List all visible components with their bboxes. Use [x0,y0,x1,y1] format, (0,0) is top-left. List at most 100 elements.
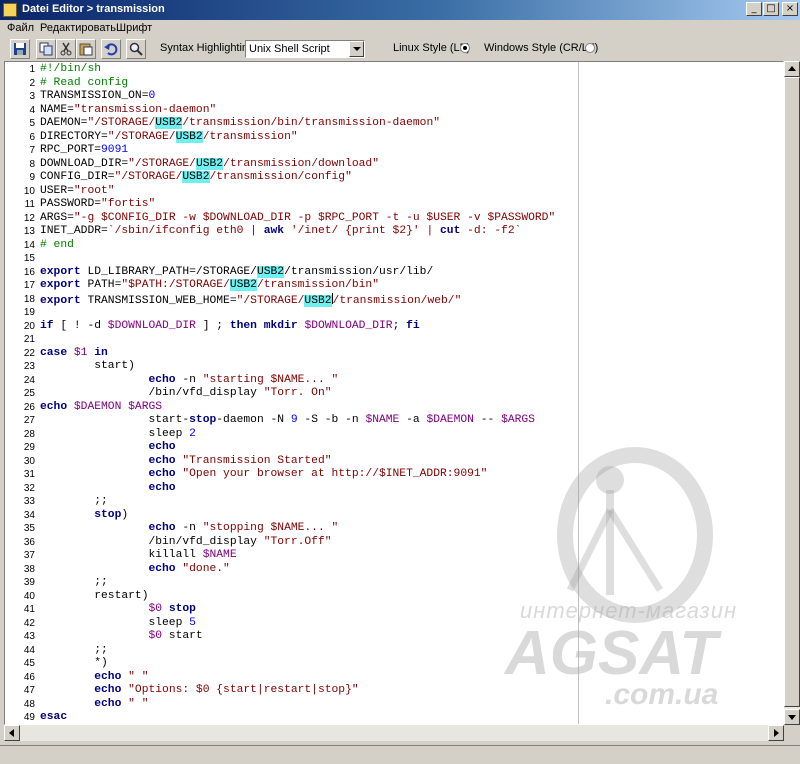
menu-font[interactable]: Шрифт [116,22,152,34]
line-text: #!/bin/sh [40,63,101,77]
line-text: ARGS="-g $CONFIG_DIR -w $DOWNLOAD_DIR -p… [40,212,555,226]
undo-button[interactable] [101,39,121,59]
code-token: -d: -f2` [460,225,522,237]
paste-button[interactable] [76,39,96,59]
copy-button[interactable] [36,39,56,59]
line-text: case $1 in [40,347,108,361]
scroll-up-button[interactable] [784,61,800,77]
line-text: PASSWORD="fortis" [40,198,155,212]
code-token: *) [40,657,108,669]
scroll-left-button[interactable] [4,725,20,741]
code-token: LD_LIBRARY_PATH=/STORAGE/ [80,265,257,278]
line-text: echo -n "stopping $NAME... " [40,522,338,536]
line-text: $0 start [40,630,202,644]
search-highlight: USB2 [304,294,332,307]
scroll-right-button[interactable] [768,725,784,741]
line-text: sleep 2 [40,428,195,442]
line-number: 32 [23,482,35,494]
menu-file[interactable]: Файл [7,22,34,34]
code-token: killall [40,549,203,561]
save-icon [14,43,26,55]
code-token: mkdir [263,319,298,332]
save-button[interactable] [10,39,30,59]
minimize-button[interactable]: _ [746,2,762,16]
line-text: export PATH="$PATH:/STORAGE/USB2/transmi… [40,279,379,293]
line-text: echo "Transmission Started" [40,455,331,469]
code-token: RPC_PORT= [40,144,102,156]
code-token: $NAME [202,549,237,561]
line-number: 18 [23,293,35,305]
line-number: 38 [23,563,35,575]
line-number: 12 [23,212,35,224]
line-text: esac [40,711,67,724]
line-number: 48 [23,698,35,710]
code-token: echo [94,697,122,710]
arrow-up-icon [788,66,796,71]
code-token: "-g $CONFIG_DIR -w $DOWNLOAD_DIR -p $RPC… [73,211,556,224]
maximize-button[interactable]: □ [763,2,779,16]
code-token: /transmission/download" [223,157,379,170]
code-token: stop [189,414,217,426]
scroll-down-button[interactable] [784,709,800,725]
syntax-highlighting-select[interactable]: Unix Shell Script [245,40,365,58]
menu-bar: Файл Редактировать Шрифт [0,20,800,38]
line-number: 40 [23,590,35,602]
vertical-scroll-thumb[interactable] [784,77,800,707]
title-bar[interactable]: Datei Editor > transmission _ □ × [0,0,800,20]
app-icon [3,3,17,17]
code-token: ) [121,508,129,521]
line-number: 25 [23,388,35,399]
line-text: DOWNLOAD_DIR="/STORAGE/USB2/transmission… [40,157,379,172]
code-token: echo [148,373,176,386]
menu-edit[interactable]: Редактировать [40,22,116,34]
line-text: USER="root" [40,185,115,199]
code-token: "/STORAGE/ [114,171,183,183]
windows-style-radio[interactable] [585,43,595,53]
code-token: -a [399,414,427,426]
code-token: ] ; [195,319,230,332]
find-button[interactable] [126,39,146,59]
line-number: 35 [23,523,35,534]
line-text: # end [40,239,74,253]
line-number: 28 [23,428,35,440]
cut-button[interactable] [56,39,76,59]
line-text: echo [40,482,175,496]
line-text: sleep 5 [40,616,195,631]
code-token: case [40,346,68,359]
code-token: /bin/vfd_display [40,387,264,399]
code-token: $NAME [365,414,400,426]
line-number: 49 [23,712,35,723]
code-token: # end [40,238,74,251]
code-token: TRANSMISSION_ON= [40,90,149,102]
line-number: 9 [29,172,35,183]
line-number: 41 [23,604,35,615]
code-token: DIRECTORY= [40,130,108,143]
line-number: 37 [23,550,35,561]
close-button[interactable]: × [782,2,798,16]
line-text: echo "Open your browser at http://$INET_… [40,468,487,482]
code-token: if [40,319,54,332]
line-number: 15 [23,253,35,264]
line-text: # Read config [40,77,128,91]
line-text: TRANSMISSION_ON=0 [40,90,155,104]
line-number: 14 [23,239,35,251]
line-number: 47 [23,685,35,696]
horizontal-scrollbar[interactable] [4,725,784,741]
code-token: awk [263,225,285,237]
code-token: start- [40,414,190,426]
line-number: 23 [23,361,35,372]
line-number: 17 [23,280,35,291]
line-text: NAME="transmission-daemon" [40,104,216,118]
line-number: 21 [23,334,35,345]
code-token: ;; [40,643,108,656]
code-token: echo [94,670,122,683]
linux-style-radio[interactable] [460,43,470,53]
chevron-down-icon[interactable] [349,41,364,57]
code-token: sleep [40,616,190,629]
search-highlight: USB2 [229,279,257,291]
